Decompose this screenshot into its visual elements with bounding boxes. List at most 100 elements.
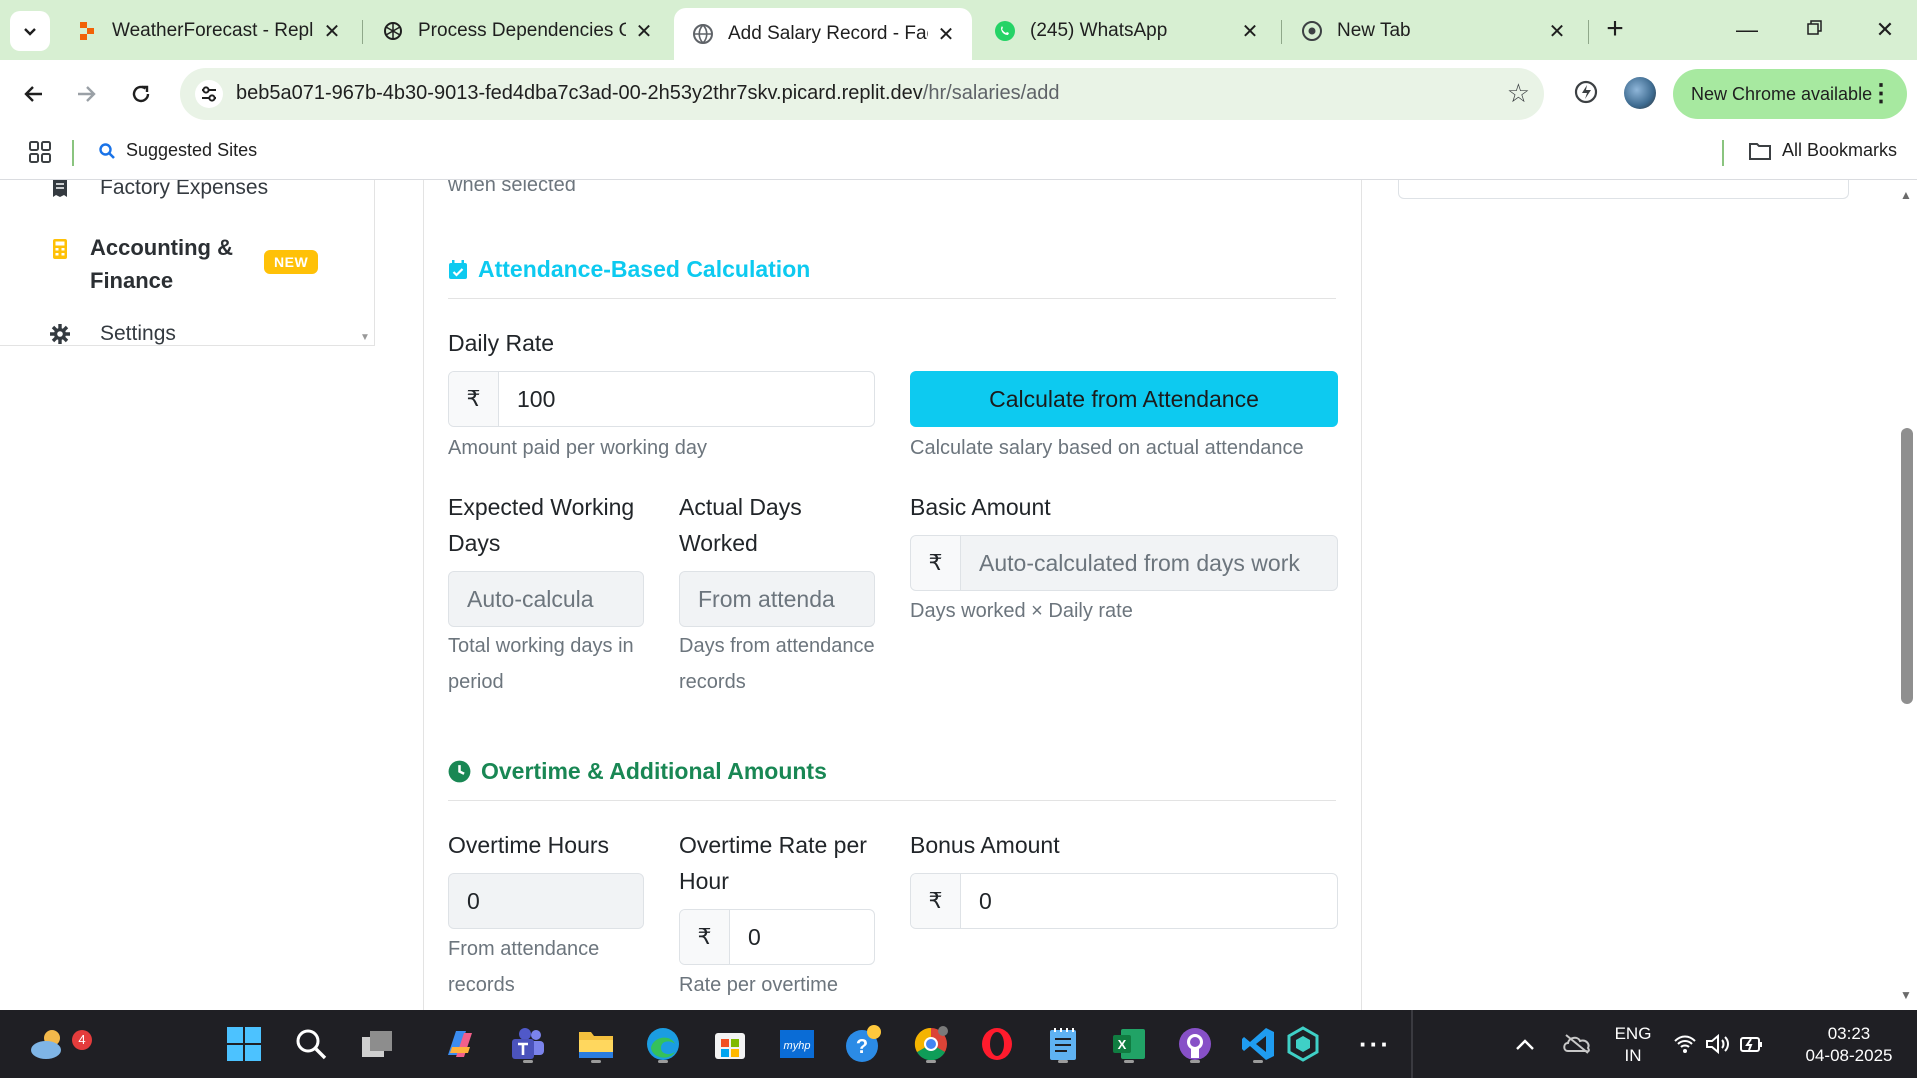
notepad-button[interactable] [1041,1022,1085,1066]
reload-button[interactable] [120,73,162,115]
search-icon [99,142,115,159]
summary-card [1398,180,1849,199]
tab-add-salary-record[interactable]: Add Salary Record - Facto ✕ [674,8,972,60]
overtime-hours-label: Overtime Hours [448,832,610,858]
tab-title: New Tab [1337,20,1411,41]
microsoft-store-button[interactable] [708,1022,752,1066]
app-launcher-button[interactable] [1281,1022,1325,1066]
search-button[interactable] [289,1022,333,1066]
expected-days-label: Expected Working Days [448,494,635,556]
scrollbar-thumb[interactable] [1901,428,1913,704]
bookmark-star-icon[interactable]: ☆ [1507,78,1530,109]
teams-button[interactable] [506,1022,550,1066]
tab-whatsapp[interactable]: (245) WhatsApp ✕ [976,8,1276,54]
close-tab-icon[interactable]: ✕ [1240,19,1260,44]
back-button[interactable] [13,73,55,115]
close-tab-icon[interactable]: ✕ [1547,19,1567,44]
sidebar-scroll-down-icon[interactable]: ▼ [360,332,370,343]
new-tab-button[interactable]: + [1597,12,1633,48]
browser-tab-strip: WeatherForecast - Replit ✕ Process Depen… [0,0,1917,60]
calendar-check-icon [449,259,467,279]
overtime-rate-input[interactable]: 0 [730,910,874,964]
start-button[interactable] [222,1022,266,1066]
overtime-hours-input[interactable]: 0 [449,874,643,928]
vscode-button[interactable] [1236,1022,1280,1066]
close-tab-icon[interactable]: ✕ [322,19,342,44]
overtime-section-title: Overtime & Additional Amounts [448,758,827,785]
actual-days-label: Actual Days Worked [679,494,802,556]
sidebar-item-accounting-finance[interactable]: Accounting & Finance [48,231,258,297]
expected-days-input[interactable]: Auto-calcula [449,572,643,626]
clock-date: 04-08-2025 [1805,1046,1893,1065]
scroll-down-icon[interactable]: ▼ [1900,988,1912,1002]
tab-new-tab[interactable]: New Tab ✕ [1283,8,1583,54]
weather-widget[interactable]: 4 [26,1022,92,1066]
scroll-up-icon[interactable]: ▲ [1900,188,1912,202]
clock[interactable]: 03:23 04-08-2025 [1794,1023,1904,1067]
url-path: /hr/salaries/add [922,82,1060,104]
chrome-icon [914,1026,948,1061]
tab-title: WeatherForecast - Replit [112,20,314,41]
quick-settings-button[interactable] [1666,1022,1772,1066]
tab-search-button[interactable] [10,11,50,51]
calculate-from-attendance-button[interactable]: Calculate from Attendance [910,371,1338,427]
myhp-button[interactable]: myhp [775,1022,819,1066]
apps-grid-icon[interactable] [28,140,52,164]
tab-title: (245) WhatsApp [1030,20,1168,41]
bookmark-suggested-sites[interactable]: Suggested Sites [98,140,257,161]
sidebar-item-settings[interactable]: Settings [48,322,176,346]
tab-title: Process Dependencies O [418,20,626,41]
vscode-icon [1242,1028,1274,1060]
task-view-button[interactable] [355,1022,399,1066]
globe-icon [692,23,714,45]
close-window-button[interactable]: ✕ [1860,12,1910,48]
minimize-button[interactable]: — [1722,12,1772,48]
onedrive-button[interactable] [1555,1022,1599,1066]
basic-amount-input[interactable]: Auto-calculated from days work [961,536,1337,590]
daily-rate-input[interactable]: 100 [499,372,874,426]
extension-icon[interactable] [1572,78,1604,110]
all-bookmarks-button[interactable]: All Bookmarks [1748,140,1897,161]
excel-button[interactable]: X [1107,1022,1151,1066]
actual-days-input[interactable]: From attenda [680,572,874,626]
running-indicator [1253,1060,1263,1063]
store-icon [715,1033,745,1059]
opera-button[interactable] [975,1022,1019,1066]
bookmarks-divider [72,140,74,166]
tab-title: Add Salary Record - Facto [728,23,928,44]
edge-button[interactable] [641,1022,685,1066]
site-info-icon[interactable] [194,79,224,109]
overtime-rate-help: Rate per overtime [679,974,838,996]
bonus-amount-input[interactable]: 0 [961,874,1337,928]
help-button[interactable]: ? [842,1022,886,1066]
tab-process-dependencies[interactable]: Process Dependencies O ✕ [364,8,670,54]
section-title-text: Overtime & Additional Amounts [481,758,827,784]
show-hidden-icons-button[interactable] [1503,1022,1547,1066]
address-bar[interactable]: beb5a071-967b-4b30-9013-fed4dba7c3ad-00-… [180,68,1544,120]
restore-button[interactable] [1790,12,1840,48]
profile-avatar[interactable] [1624,77,1656,109]
close-tab-icon[interactable]: ✕ [936,22,956,47]
file-explorer-button[interactable] [574,1022,618,1066]
bonus-amount-label: Bonus Amount [910,832,1060,858]
folder-icon [579,1032,613,1058]
language-indicator[interactable]: ENG IN [1610,1023,1656,1067]
tab-weatherforecast[interactable]: WeatherForecast - Replit ✕ [58,8,358,54]
chrome-taskbar-button[interactable] [909,1022,953,1066]
forward-button[interactable] [65,73,107,115]
close-tab-icon[interactable]: ✕ [634,19,654,44]
github-desktop-button[interactable] [1173,1022,1217,1066]
chrome-update-button[interactable]: New Chrome available ⋮ [1673,69,1907,119]
clock-time: 03:23 [1827,1024,1871,1043]
copilot-button[interactable] [438,1022,482,1066]
page-scrollbar[interactable]: ▲ ▼ [1897,180,1917,1010]
currency-addon: ₹ [449,372,499,426]
section-divider [448,800,1336,801]
receipt-icon [48,180,72,200]
running-indicator [591,1060,601,1063]
more-apps-button[interactable]: ··· [1353,1022,1397,1066]
search-icon [296,1029,327,1060]
sidebar-item-factory-expenses[interactable]: Factory Expenses [48,180,268,200]
teams-icon [512,1028,544,1059]
running-indicator [1190,1060,1200,1063]
